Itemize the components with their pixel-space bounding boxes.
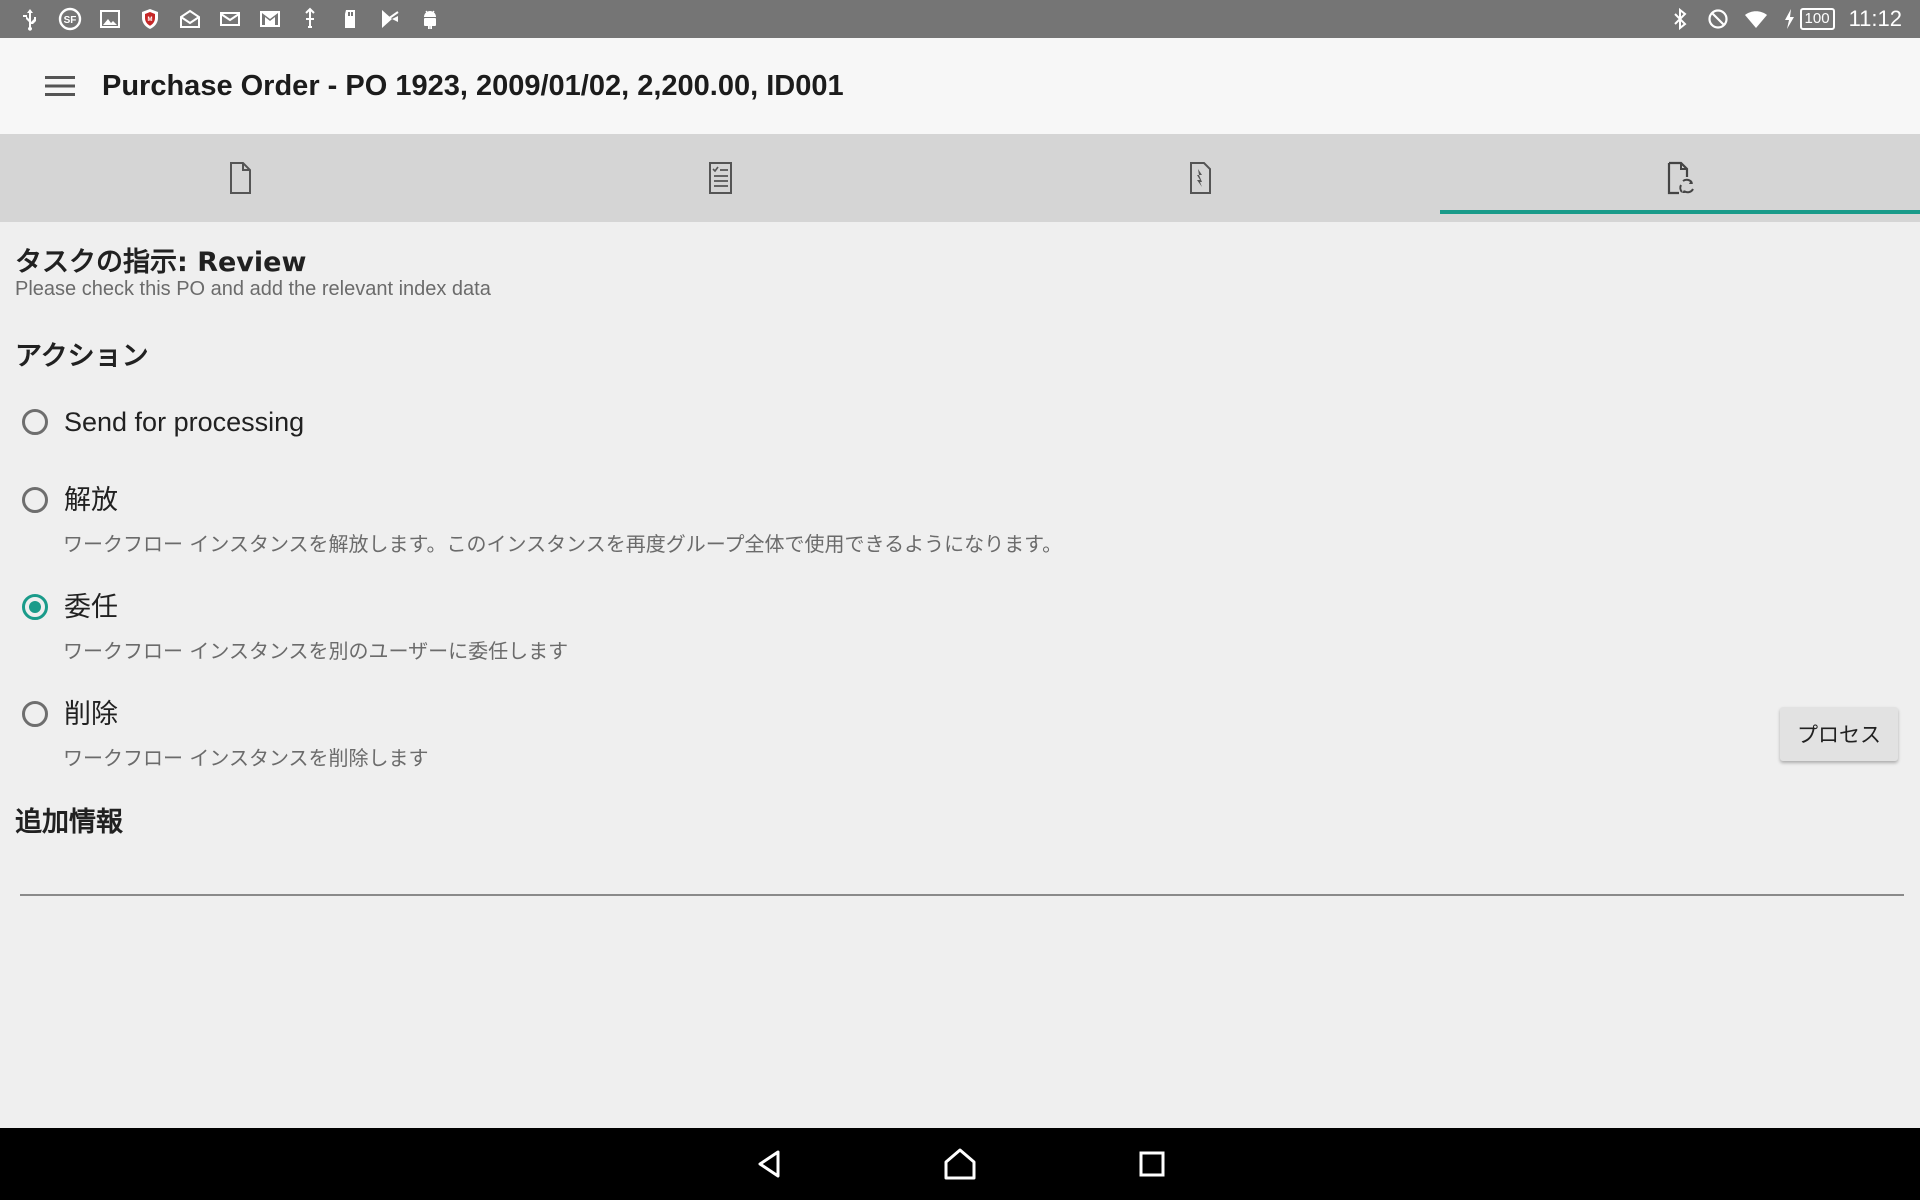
battery-indicator: 100 (1782, 7, 1835, 31)
usb-debug-icon (298, 7, 322, 31)
home-icon (944, 1148, 976, 1180)
play-store-icon (378, 7, 402, 31)
back-icon (758, 1150, 780, 1178)
mail-icon (218, 7, 242, 31)
process-button[interactable]: プロセス (1780, 707, 1898, 761)
android-icon (418, 7, 442, 31)
tab-workflow[interactable] (1440, 134, 1920, 222)
tab-bar (0, 134, 1920, 222)
document-icon (230, 162, 251, 194)
index-list-icon (709, 162, 732, 194)
option-description: ワークフロー インスタンスを別のユーザーに委任します (63, 639, 569, 663)
task-instruction-text: Please check this PO and add the relevan… (15, 278, 491, 300)
battery-level: 100 (1799, 8, 1835, 30)
bluetooth-icon (1668, 7, 1692, 31)
action-option-release[interactable]: 解放 (22, 485, 118, 515)
notification-icons: SF M (18, 5, 442, 33)
option-label: 解放 (64, 485, 118, 515)
task-instruction-heading: タスクの指示: Review (15, 247, 307, 278)
status-bar: SF M 100 11:12 (0, 0, 1920, 38)
tab-index-data[interactable] (480, 134, 960, 222)
option-label: 削除 (64, 699, 118, 729)
workflow-task-panel: タスクの指示: Review Please check this PO and … (0, 222, 1920, 1128)
option-label: 委任 (64, 592, 118, 622)
radio-button[interactable] (22, 701, 48, 727)
tab-document[interactable] (0, 134, 480, 222)
svg-text:SF: SF (64, 15, 77, 26)
action-option-send-for-processing[interactable]: Send for processing (22, 407, 304, 437)
gmail-icon (258, 7, 282, 31)
home-button[interactable] (938, 1144, 982, 1184)
sd-card-icon (338, 7, 362, 31)
image-icon (98, 7, 122, 31)
document-workflow-icon (1667, 161, 1694, 195)
radio-button[interactable] (22, 487, 48, 513)
additional-info-heading: 追加情報 (15, 807, 123, 838)
recents-icon (1139, 1151, 1165, 1177)
mcafee-icon: M (138, 7, 162, 31)
option-description: ワークフロー インスタンスを解放します。このインスタンスを再度グループ全体で使用… (63, 532, 1063, 556)
action-option-delegate[interactable]: 委任 (22, 592, 118, 622)
app-bar: Purchase Order - PO 1923, 2009/01/02, 2,… (0, 38, 1920, 135)
additional-info-field[interactable] (20, 852, 1904, 896)
back-button[interactable] (748, 1144, 792, 1184)
navigation-bar (0, 1128, 1920, 1200)
page-title: Purchase Order - PO 1923, 2009/01/02, 2,… (102, 70, 844, 102)
document-history-icon (1190, 162, 1211, 194)
do-not-disturb-icon (1706, 7, 1730, 31)
radio-button[interactable] (22, 409, 48, 435)
clock: 11:12 (1848, 6, 1902, 31)
wifi-icon (1744, 7, 1768, 31)
charging-icon (1782, 7, 1796, 31)
option-description: ワークフロー インスタンスを削除します (63, 746, 429, 770)
usb-icon (18, 7, 42, 31)
menu-button[interactable] (40, 68, 80, 104)
sf-icon: SF (58, 7, 82, 31)
system-status: 100 11:12 (1668, 5, 1902, 33)
option-label: Send for processing (64, 407, 305, 437)
actions-heading: アクション (15, 341, 149, 372)
mail-open-icon (178, 7, 202, 31)
recents-button[interactable] (1130, 1144, 1174, 1184)
tab-history[interactable] (960, 134, 1440, 222)
svg-text:M: M (148, 17, 153, 23)
hamburger-icon (45, 76, 75, 96)
radio-button-selected[interactable] (22, 594, 48, 620)
action-option-delete[interactable]: 削除 (22, 699, 118, 729)
